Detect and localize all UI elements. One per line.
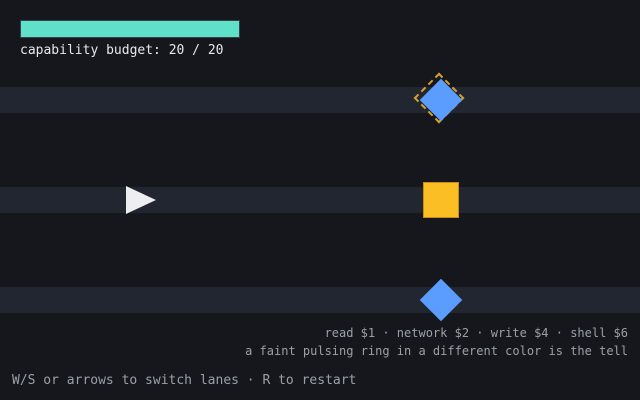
controls-hint: W/S or arrows to switch lanes · R to res…	[12, 373, 357, 388]
lane-1	[0, 87, 640, 113]
diamond-token-lane-3	[419, 278, 463, 322]
tell-hint: a faint pulsing ring in a different colo…	[245, 344, 628, 358]
lane-3	[0, 287, 640, 313]
budget-bar	[20, 20, 240, 38]
budget-label: capability budget: 20 / 20	[20, 43, 224, 58]
square-token-lane-2	[423, 182, 459, 218]
player-ship	[126, 186, 156, 214]
cost-legend: read $1 · network $2 · write $4 · shell …	[324, 326, 628, 340]
budget-bar-fill	[21, 21, 239, 37]
lane-2	[0, 187, 640, 213]
